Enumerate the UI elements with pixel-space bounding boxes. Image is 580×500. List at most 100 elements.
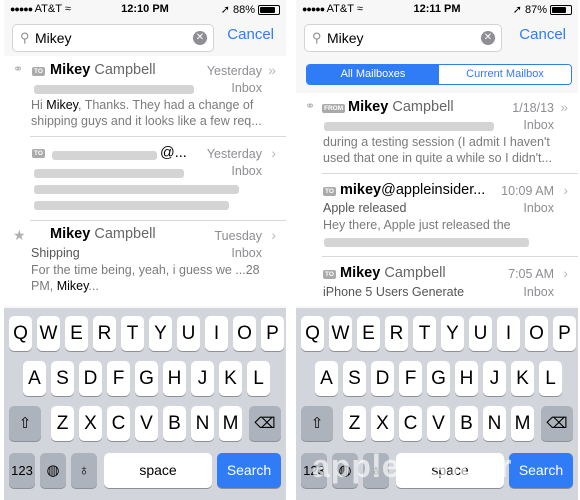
sender: Mikey Campbell bbox=[50, 62, 156, 78]
clear-search-icon[interactable]: ✕ bbox=[481, 31, 495, 45]
key-j[interactable]: J bbox=[191, 361, 214, 396]
key-u[interactable]: U bbox=[469, 316, 492, 351]
message-date: Yesterday bbox=[206, 147, 262, 161]
search-key[interactable]: Search bbox=[509, 453, 573, 488]
mic-icon: ♁ bbox=[78, 462, 90, 479]
search-icon: ⚲ bbox=[20, 30, 30, 45]
delete-key[interactable]: ⌫ bbox=[249, 406, 281, 441]
clear-search-icon[interactable]: ✕ bbox=[193, 31, 207, 45]
key-w[interactable]: W bbox=[329, 316, 352, 351]
message-date: Yesterday bbox=[206, 64, 262, 78]
shift-key[interactable]: ⇧ bbox=[301, 406, 333, 441]
key-v[interactable]: V bbox=[427, 406, 450, 441]
sender: Mikey Campbell bbox=[50, 226, 156, 242]
key-c[interactable]: C bbox=[107, 406, 130, 441]
redacted-subject bbox=[34, 169, 184, 178]
key-b[interactable]: B bbox=[455, 406, 478, 441]
key-p[interactable]: P bbox=[261, 316, 284, 351]
key-h[interactable]: H bbox=[455, 361, 478, 396]
sender: mikey@appleinsider... bbox=[340, 182, 486, 198]
list-item[interactable]: ⚭ FROM Mikey Campbell 1/18/13 » Inbox du… bbox=[296, 93, 578, 174]
key-n[interactable]: N bbox=[191, 406, 214, 441]
key-o[interactable]: O bbox=[525, 316, 548, 351]
key-l[interactable]: L bbox=[539, 361, 562, 396]
cancel-button[interactable]: Cancel bbox=[519, 26, 566, 43]
key-j[interactable]: J bbox=[483, 361, 506, 396]
key-g[interactable]: G bbox=[135, 361, 158, 396]
search-query: Mikey bbox=[35, 30, 72, 46]
key-i[interactable]: I bbox=[497, 316, 520, 351]
key-w[interactable]: W bbox=[37, 316, 60, 351]
mailbox-label: Inbox bbox=[523, 201, 554, 215]
dictation-key[interactable]: ♁ bbox=[71, 453, 97, 488]
key-x[interactable]: X bbox=[79, 406, 102, 441]
search-input[interactable]: ⚲ Mikey ✕ bbox=[304, 24, 502, 52]
delete-key[interactable]: ⌫ bbox=[541, 406, 573, 441]
message-subject: Apple released bbox=[323, 201, 407, 215]
key-y[interactable]: Y bbox=[441, 316, 464, 351]
mailbox-label: Inbox bbox=[231, 164, 262, 178]
key-f[interactable]: F bbox=[107, 361, 130, 396]
chevron-right-icon: » bbox=[560, 99, 568, 115]
key-l[interactable]: L bbox=[247, 361, 270, 396]
space-key[interactable]: space bbox=[104, 453, 212, 488]
key-o[interactable]: O bbox=[233, 316, 256, 351]
tab-all-mailboxes[interactable]: All Mailboxes bbox=[307, 65, 439, 84]
key-r[interactable]: R bbox=[385, 316, 408, 351]
key-q[interactable]: Q bbox=[301, 316, 324, 351]
key-q[interactable]: Q bbox=[9, 316, 32, 351]
key-s[interactable]: S bbox=[343, 361, 366, 396]
key-m[interactable]: M bbox=[511, 406, 534, 441]
key-t[interactable]: T bbox=[413, 316, 436, 351]
star-icon: ★ bbox=[13, 227, 26, 243]
key-i[interactable]: I bbox=[205, 316, 228, 351]
key-h[interactable]: H bbox=[163, 361, 186, 396]
key-r[interactable]: R bbox=[93, 316, 116, 351]
key-k[interactable]: K bbox=[511, 361, 534, 396]
mailbox-scope-control: All Mailboxes Current Mailbox bbox=[306, 64, 572, 85]
key-a[interactable]: A bbox=[315, 361, 338, 396]
search-key[interactable]: Search bbox=[217, 453, 281, 488]
list-item[interactable]: TO @... Yesterday › Inbox bbox=[4, 137, 286, 221]
list-item[interactable]: TO Mikey Campbell 7:05 AM › iPhone 5 Use… bbox=[296, 259, 578, 306]
shift-key[interactable]: ⇧ bbox=[9, 406, 41, 441]
mailbox-label: Inbox bbox=[231, 81, 262, 95]
message-subject: iPhone 5 Users Generate bbox=[323, 285, 465, 299]
key-e[interactable]: E bbox=[65, 316, 88, 351]
right-phone-screen: ●●●●● AT&T ≈ 12:11 PM ➚ 87% ⚲ Mikey ✕ Ca… bbox=[296, 0, 578, 500]
key-p[interactable]: P bbox=[553, 316, 576, 351]
search-icon: ⚲ bbox=[312, 30, 322, 45]
key-k[interactable]: K bbox=[219, 361, 242, 396]
key-d[interactable]: D bbox=[79, 361, 102, 396]
key-d[interactable]: D bbox=[371, 361, 394, 396]
key-m[interactable]: M bbox=[219, 406, 242, 441]
key-n[interactable]: N bbox=[483, 406, 506, 441]
search-input[interactable]: ⚲ Mikey ✕ bbox=[12, 24, 214, 52]
key-b[interactable]: B bbox=[163, 406, 186, 441]
key-y[interactable]: Y bbox=[149, 316, 172, 351]
location-icon: ➚ bbox=[512, 4, 522, 16]
status-bar: ●●●●● AT&T ≈ 12:10 PM ➚ 88% bbox=[4, 0, 286, 18]
key-c[interactable]: C bbox=[399, 406, 422, 441]
key-g[interactable]: G bbox=[427, 361, 450, 396]
key-s[interactable]: S bbox=[51, 361, 74, 396]
key-t[interactable]: T bbox=[121, 316, 144, 351]
globe-key[interactable]: ◍ bbox=[40, 453, 66, 488]
to-tag: TO bbox=[323, 270, 336, 279]
key-z[interactable]: Z bbox=[51, 406, 74, 441]
key-e[interactable]: E bbox=[357, 316, 380, 351]
cancel-button[interactable]: Cancel bbox=[227, 26, 274, 43]
tab-current-mailbox[interactable]: Current Mailbox bbox=[439, 65, 571, 84]
search-results-list: ⚭ FROM Mikey Campbell 1/18/13 » Inbox du… bbox=[296, 93, 578, 306]
key-z[interactable]: Z bbox=[343, 406, 366, 441]
list-item[interactable]: TO mikey@appleinsider... 10:09 AM › Appl… bbox=[296, 176, 578, 257]
numbers-key[interactable]: 123 bbox=[9, 453, 35, 488]
key-a[interactable]: A bbox=[23, 361, 46, 396]
key-f[interactable]: F bbox=[399, 361, 422, 396]
key-v[interactable]: V bbox=[135, 406, 158, 441]
chevron-right-icon: » bbox=[268, 62, 276, 78]
list-item[interactable]: ★ Mikey Campbell Tuesday › Shipping Inbo… bbox=[4, 221, 286, 306]
key-x[interactable]: X bbox=[371, 406, 394, 441]
list-item[interactable]: ⚭ TO Mikey Campbell Yesterday » Inbox Hi… bbox=[4, 56, 286, 137]
key-u[interactable]: U bbox=[177, 316, 200, 351]
